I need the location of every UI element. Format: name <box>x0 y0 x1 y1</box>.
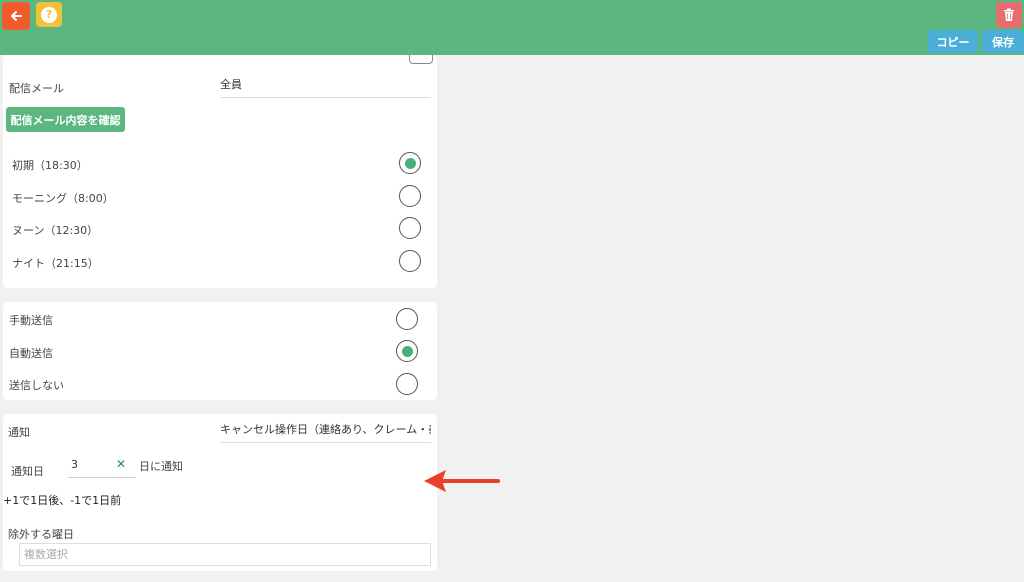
help-button[interactable]: ? <box>36 2 62 27</box>
option-label-night: ナイト（21:15） <box>12 257 99 270</box>
notify-select[interactable]: キャンセル操作日（連絡あり、クレーム・義 <box>220 421 431 443</box>
arrow-left-icon <box>11 11 22 21</box>
option-label-noon: ヌーン（12:30） <box>12 224 99 237</box>
send-mode-card: 手動送信 自動送信 送信しない <box>3 302 437 400</box>
radio-noon[interactable] <box>399 217 421 239</box>
radio-night[interactable] <box>399 250 421 272</box>
notify-day-suffix: 日に通知 <box>139 460 183 473</box>
radio-initial[interactable] <box>399 152 421 174</box>
radio-manual[interactable] <box>396 308 418 330</box>
delete-button[interactable] <box>996 2 1022 28</box>
radio-selected-dot <box>404 157 416 169</box>
back-button[interactable] <box>2 2 30 30</box>
annotation-arrow-icon <box>424 470 500 492</box>
exclude-weekday-multiselect[interactable]: 複数選択 <box>19 543 431 566</box>
exclude-weekday-label: 除外する曜日 <box>8 528 74 541</box>
confirm-mail-button[interactable]: 配信メール内容を確認 <box>6 107 125 132</box>
notify-day-label: 通知日 <box>11 465 44 478</box>
radio-morning[interactable] <box>399 185 421 207</box>
question-icon: ? <box>41 6 57 23</box>
clear-icon[interactable]: ✕ <box>116 457 126 471</box>
notify-label: 通知 <box>8 426 30 439</box>
top-bar: ? コピー 保存 <box>0 0 1024 55</box>
delivery-card: 配信メール 全員 配信メール内容を確認 初期（18:30） モーニング（8:00… <box>3 55 437 288</box>
notify-card: 通知 キャンセル操作日（連絡あり、クレーム・義 通知日 3 ✕ 日に通知 +1で… <box>3 414 437 571</box>
notify-hint: +1で1日後、-1で1日前 <box>3 494 122 507</box>
option-label-morning: モーニング（8:00） <box>12 192 114 205</box>
radio-none[interactable] <box>396 373 418 395</box>
option-label-manual: 手動送信 <box>9 314 53 327</box>
option-label-auto: 自動送信 <box>9 347 53 360</box>
trash-icon <box>1004 8 1014 21</box>
option-label-initial: 初期（18:30） <box>12 159 88 172</box>
copy-button[interactable]: コピー <box>928 30 978 53</box>
radio-auto[interactable] <box>396 340 418 362</box>
delivery-mail-select[interactable]: 全員 <box>220 76 431 98</box>
delivery-mail-label: 配信メール <box>9 82 64 95</box>
dropdown-edge <box>409 55 433 64</box>
radio-selected-dot <box>401 345 413 357</box>
option-label-none: 送信しない <box>9 379 64 392</box>
save-button[interactable]: 保存 <box>982 30 1024 53</box>
